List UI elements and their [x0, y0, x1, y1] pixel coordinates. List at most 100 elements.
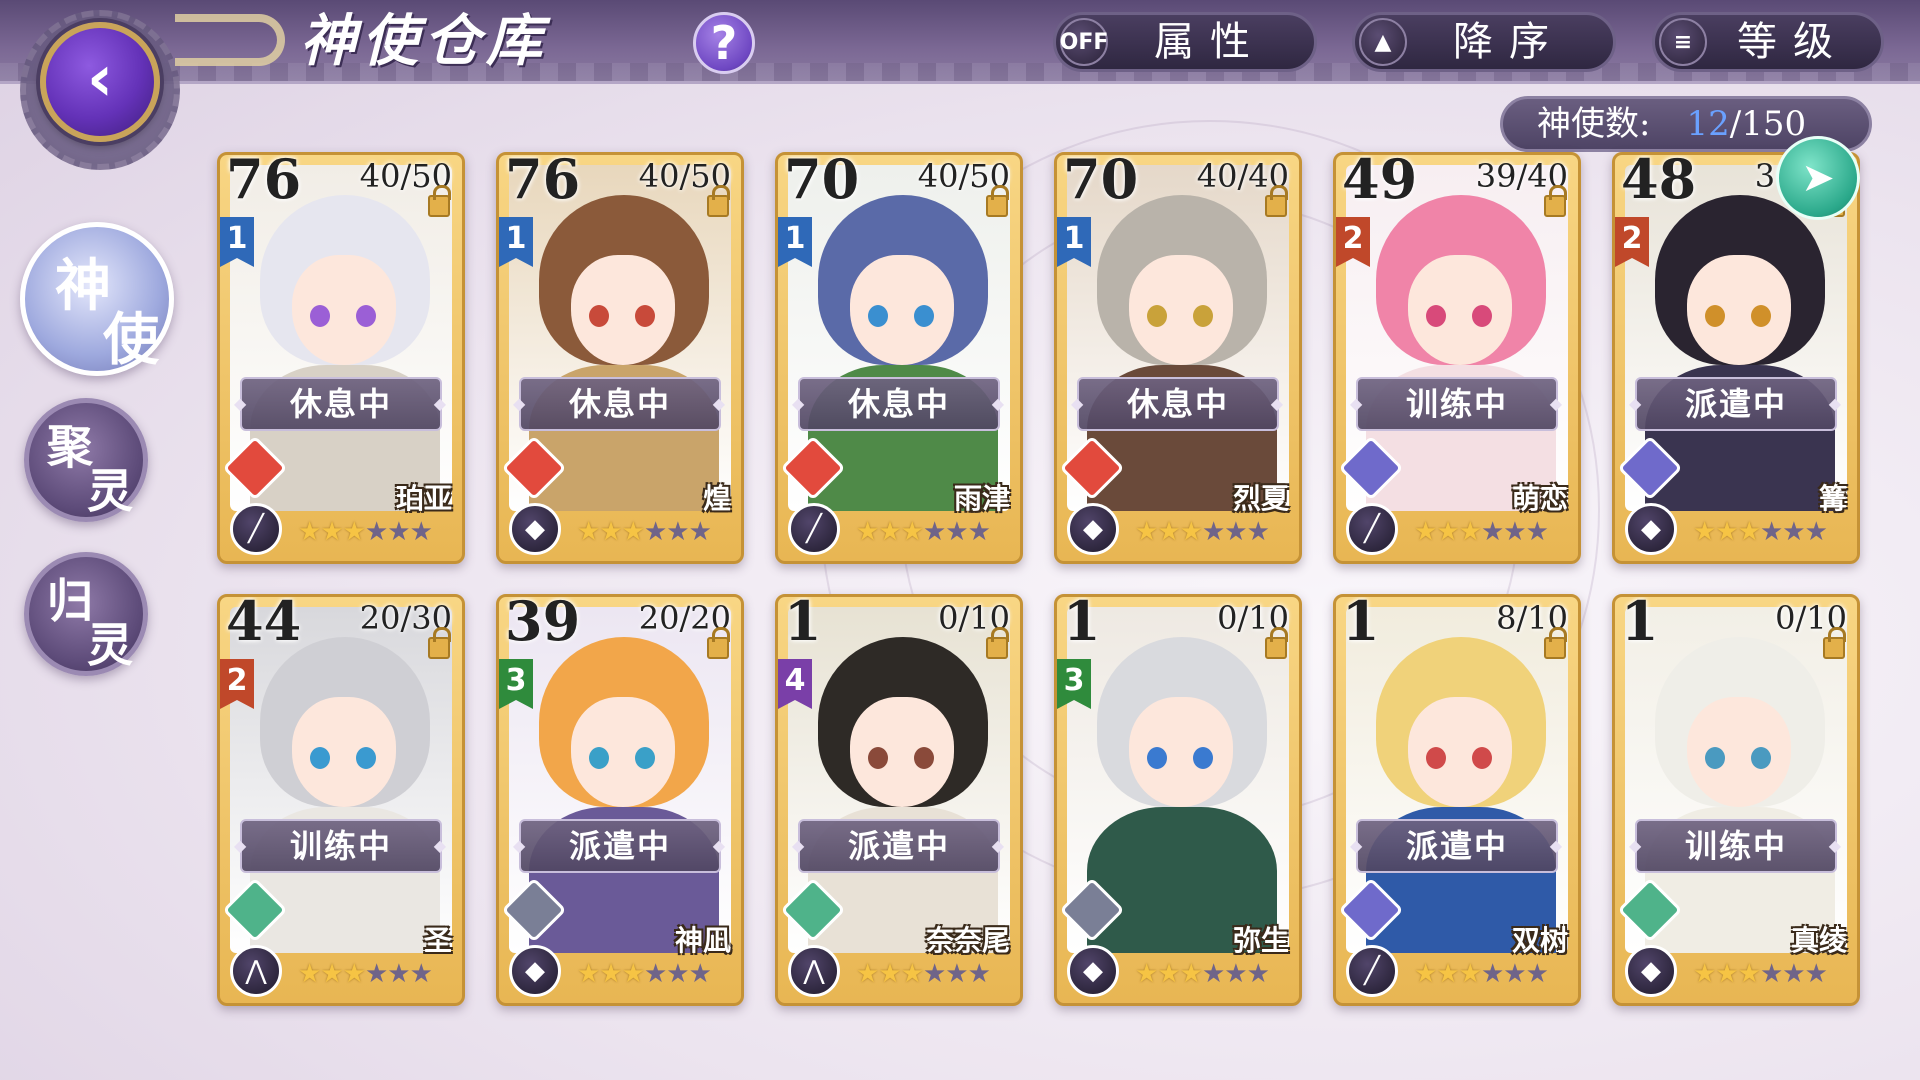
star-icon: ★ — [364, 959, 388, 989]
page-title: 神使仓库 — [300, 8, 548, 74]
unit-card[interactable]: 4939/402训练中╱萌恋★★★★★★ — [1333, 152, 1581, 564]
status-badge: 休息中 — [1071, 377, 1285, 431]
lock-icon[interactable] — [986, 627, 1009, 659]
unit-card[interactable]: 7640/501休息中╱珀亚★★★★★★ — [217, 152, 465, 564]
star-icon: ★ — [922, 959, 946, 989]
star-icon: ★ — [1436, 959, 1459, 989]
star-icon: ★ — [1224, 959, 1247, 989]
star-icon: ★ — [688, 517, 712, 547]
star-icon: ★ — [1525, 959, 1549, 989]
unit-card[interactable]: 7040/501休息中╱雨津★★★★★★ — [775, 152, 1023, 564]
unit-level: 1 — [1621, 594, 1659, 653]
lock-icon[interactable] — [1265, 627, 1288, 659]
star-icon: ★ — [1693, 517, 1716, 547]
weapon-type-icon: ╱ — [230, 503, 282, 555]
portrait-eye — [1751, 305, 1771, 327]
unit-card[interactable]: 10/104派遣中⋀奈奈尾★★★★★★ — [775, 594, 1023, 1006]
unit-level: 1 — [1342, 594, 1380, 653]
lock-icon[interactable] — [707, 185, 730, 217]
portrait-eye — [589, 305, 609, 327]
lock-icon[interactable] — [428, 185, 451, 217]
sort-order-button[interactable]: ▲ 降序 — [1352, 12, 1616, 72]
lock-icon[interactable] — [986, 185, 1009, 217]
unit-count-current: 12 — [1686, 104, 1730, 144]
portrait-eye — [1426, 305, 1446, 327]
title-ornament — [175, 14, 285, 66]
star-icon: ★ — [1525, 517, 1549, 547]
weapon-type-icon: ◆ — [1625, 945, 1677, 997]
attribute-filter-toggle[interactable]: OFF 属性 — [1053, 12, 1317, 72]
unit-name: 烈夏 — [1232, 482, 1289, 515]
tab-juling-char2: 灵 — [87, 464, 133, 518]
star-icon: ★ — [1737, 517, 1761, 547]
weapon-type-icon: ◆ — [1625, 503, 1677, 555]
star-icon: ★ — [643, 517, 667, 547]
unit-card[interactable]: 7640/501休息中◆煌★★★★★★ — [496, 152, 744, 564]
star-icon: ★ — [922, 517, 946, 547]
star-icon: ★ — [1693, 959, 1716, 989]
unit-card[interactable]: 18/10派遣中╱双树★★★★★★ — [1333, 594, 1581, 1006]
unit-count-max: /150 — [1729, 104, 1807, 144]
unit-card[interactable]: 3920/203派遣中◆神凪★★★★★★ — [496, 594, 744, 1006]
portrait-face — [571, 255, 675, 365]
back-button[interactable]: ‹ — [40, 22, 160, 142]
star-icon: ★ — [1737, 959, 1761, 989]
star-icon: ★ — [878, 959, 901, 989]
unit-name: 圣 — [423, 924, 452, 957]
star-icon: ★ — [298, 517, 321, 547]
weapon-type-icon: ╱ — [1346, 945, 1398, 997]
unit-card[interactable]: 10/10训练中◆真绫★★★★★★ — [1612, 594, 1860, 1006]
weapon-type-icon: ◆ — [1067, 503, 1119, 555]
unit-card[interactable]: 4420/302训练中⋀圣★★★★★★ — [217, 594, 465, 1006]
unit-card[interactable]: 1 0/10 3 ◆ 弥生 ★★★★★★ — [1054, 594, 1302, 1006]
portrait-face — [850, 255, 954, 365]
star-icon: ★ — [1503, 517, 1526, 547]
lock-icon[interactable] — [707, 627, 730, 659]
star-icon: ★ — [1503, 959, 1526, 989]
top-bar — [0, 0, 1920, 84]
star-icon: ★ — [1201, 959, 1225, 989]
portrait-eye — [589, 747, 609, 769]
tab-guiling[interactable]: 归 灵 — [24, 552, 148, 676]
help-button[interactable]: ? — [693, 12, 755, 74]
lock-icon[interactable] — [428, 627, 451, 659]
unit-name: 神凪 — [674, 924, 731, 957]
star-icon: ★ — [1179, 959, 1203, 989]
sort-key-button[interactable]: ≡ 等级 — [1652, 12, 1884, 72]
tab-shenshi[interactable]: 神 使 — [20, 222, 174, 376]
tab-juling[interactable]: 聚 灵 — [24, 398, 148, 522]
portrait-eye — [1147, 305, 1167, 327]
status-badge: 休息中 — [513, 377, 727, 431]
unit-name: 萌恋 — [1511, 482, 1568, 515]
star-icon: ★ — [342, 959, 366, 989]
portrait-eye — [1751, 747, 1771, 769]
lock-icon[interactable] — [1544, 185, 1567, 217]
lock-icon[interactable] — [1544, 627, 1567, 659]
status-badge: 训练中 — [1629, 819, 1843, 873]
portrait-eye — [635, 747, 655, 769]
status-badge: 休息中 — [234, 377, 448, 431]
status-badge: 派遣中 — [513, 819, 727, 873]
lock-icon[interactable] — [1265, 185, 1288, 217]
portrait-face — [292, 255, 396, 365]
list-filter-icon: ≡ — [1659, 18, 1707, 66]
star-icon: ★ — [577, 959, 600, 989]
star-icon: ★ — [577, 517, 600, 547]
lock-icon[interactable] — [1823, 627, 1846, 659]
unit-name: 珀亚 — [395, 482, 452, 515]
back-arrow-icon: ‹ — [86, 42, 114, 116]
portrait-eye — [1705, 305, 1725, 327]
rocket-icon[interactable]: ➤ — [1776, 136, 1860, 220]
star-icon: ★ — [878, 517, 901, 547]
star-icon: ★ — [387, 959, 410, 989]
star-icon: ★ — [409, 959, 433, 989]
unit-card[interactable]: 7040/401休息中◆烈夏★★★★★★ — [1054, 152, 1302, 564]
weapon-type-icon: ⋀ — [788, 945, 840, 997]
star-rating: ★★★★★★ — [1414, 959, 1549, 989]
sort-key-label: 等级 — [1737, 19, 1849, 65]
weapon-type-icon: ◆ — [509, 945, 561, 997]
star-icon: ★ — [621, 959, 645, 989]
star-icon: ★ — [1179, 517, 1203, 547]
portrait-face — [1408, 255, 1512, 365]
star-icon: ★ — [967, 959, 991, 989]
